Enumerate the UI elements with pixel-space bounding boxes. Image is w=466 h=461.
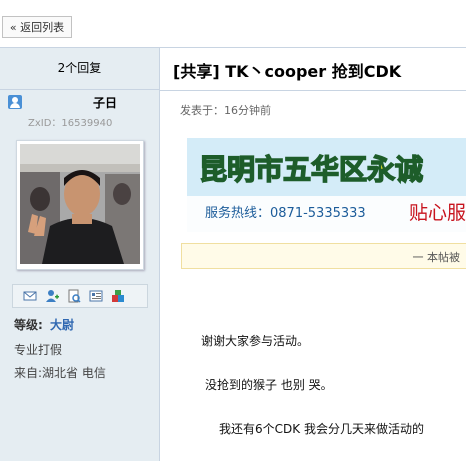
post-line-2: 没抢到的猴子 也别 哭。 — [205, 378, 333, 392]
author-tool-bar — [12, 284, 148, 308]
user-location: 来自:湖北省 电信 — [14, 366, 106, 380]
card-icon[interactable] — [89, 289, 103, 303]
post-line-3: 我还有6个CDK 我会分几天来做活动的 — [219, 422, 424, 436]
add-friend-icon[interactable] — [45, 289, 59, 303]
reply-count: 2个回复 — [57, 61, 102, 75]
profile-icon[interactable] — [67, 289, 81, 303]
avatar-frame — [16, 140, 144, 270]
gift-icon[interactable] — [111, 289, 125, 303]
banner-slogan: 贴心服 — [409, 202, 466, 224]
banner-headline: 昆明市五华区永诚 — [199, 153, 423, 186]
ad-banner[interactable]: 昆明市五华区永诚 服务热线：0871-5335333 贴心服 — [187, 138, 466, 232]
user-title: 专业打假 — [14, 343, 63, 357]
user-icon — [8, 95, 22, 109]
rank-value: 大尉 — [50, 318, 75, 332]
rank-label: 等级: — [14, 318, 43, 332]
thread-title: [共享] TK丶cooper 抢到CDK — [173, 62, 402, 81]
message-icon[interactable] — [23, 289, 37, 303]
avatar[interactable] — [20, 144, 140, 264]
banner-hotline: 服务热线：0871-5335333 — [205, 205, 366, 221]
notice-text: 一 本帖被 — [412, 251, 461, 264]
title-divider — [160, 90, 466, 91]
sidebar-divider — [0, 89, 159, 90]
post-time: 发表于：16分钟前 — [180, 104, 271, 117]
author-username[interactable]: 子日 — [60, 94, 150, 111]
author-zxid: ZxID：16539940 — [28, 118, 113, 129]
post-line-1: 谢谢大家参与活动。 — [201, 334, 310, 348]
moderation-notice: 一 本帖被 — [181, 243, 466, 269]
back-to-list-button[interactable]: « 返回列表 — [2, 16, 72, 38]
author-sidebar: 2个回复 子日 ZxID：16539940 等级: 大尉 专业打假 来自:湖北省… — [0, 48, 160, 461]
